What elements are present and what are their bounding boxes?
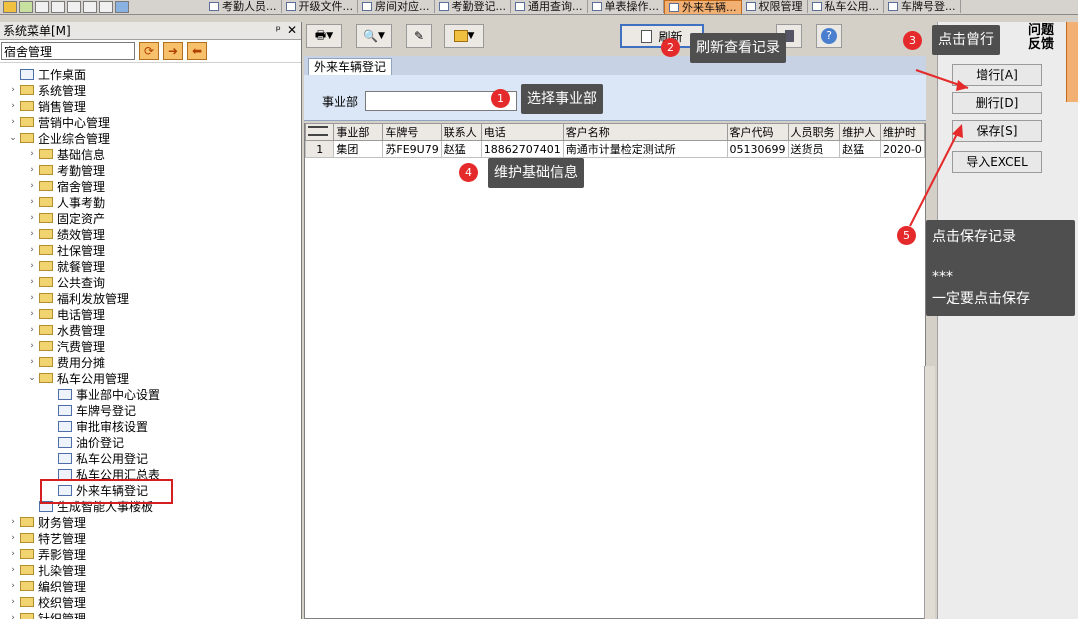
annotation-callout-2: 刷新查看记录 [690,33,786,63]
arrow-line [909,127,961,227]
annotation-badge-3: 3 [903,31,922,50]
annotation-callout-1: 选择事业部 [521,84,603,114]
annotation-badge-1: 1 [491,89,510,108]
annotation-badge-4: 4 [459,163,478,182]
arrow-head [956,80,968,91]
arrow-head [952,124,963,138]
annotation-badge-2: 2 [661,38,680,57]
annotation-callout-5-line3: 一定要点击保存 [932,291,1030,307]
annotation-callout-5-line1: 点击保存记录 [932,229,1016,245]
annotation-badge-5: 5 [897,226,916,245]
annotation-callout-4: 维护基础信息 [488,158,584,188]
annotation-callout-3: 点击曾行 [932,25,1000,55]
annotation-callout-5-line2: *** [932,269,953,285]
annotation-callout-5: 点击保存记录 *** 一定要点击保存 [926,220,1075,316]
